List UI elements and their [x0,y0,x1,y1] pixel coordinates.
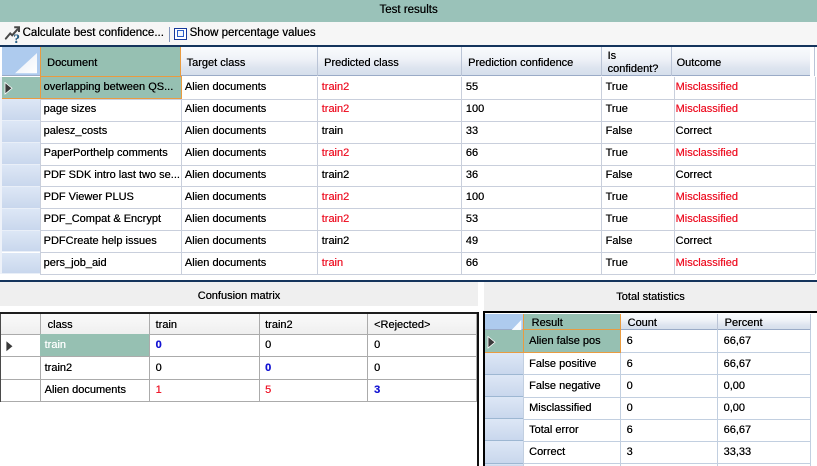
svg-text:?: ? [13,32,19,44]
